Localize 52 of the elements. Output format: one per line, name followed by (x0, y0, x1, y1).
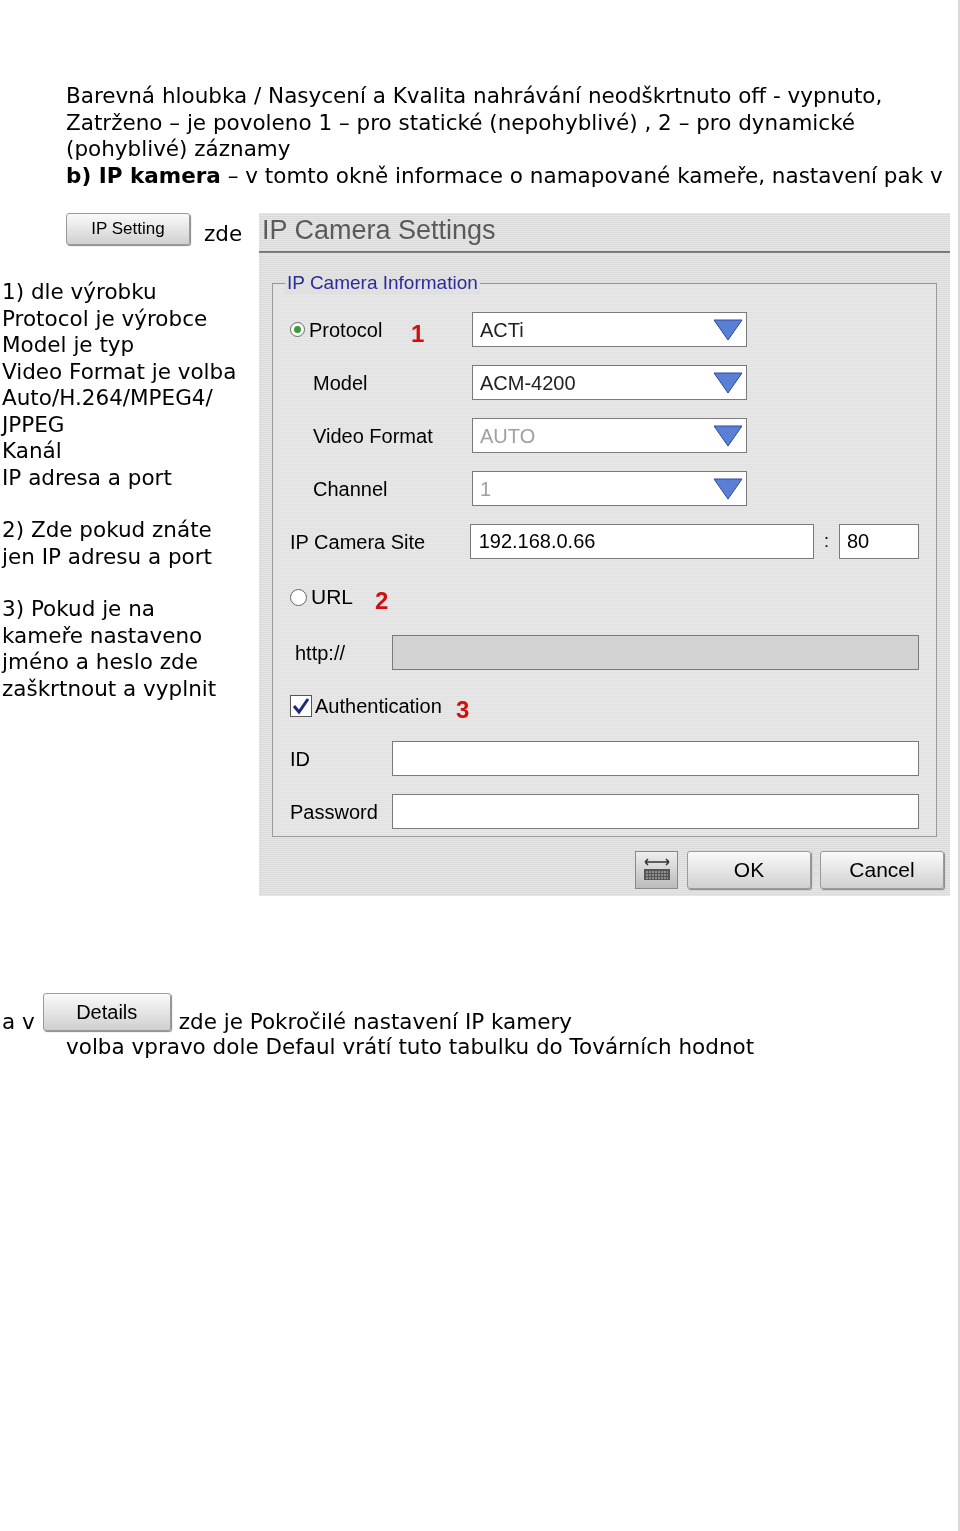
text-field[interactable] (391, 794, 919, 829)
dropdown-arrow-icon (713, 477, 743, 500)
note-line: Protocol je výrobce (2, 305, 209, 332)
caption-text: zde je Pokročilé nastavení IP kamery (178, 1009, 573, 1034)
field-label: Channel (312, 476, 388, 502)
note-line: JPPEG (2, 411, 66, 438)
group-title: IP Camera Information (285, 272, 480, 294)
note-line: kameře nastaveno (2, 622, 204, 649)
annotation-number: 3 (456, 697, 470, 722)
field-label: IP Camera Site (290, 529, 427, 555)
dropdown-arrow-icon (713, 318, 743, 341)
ip-setting-button[interactable]: IP Setting (66, 213, 190, 245)
note-line: Kanál (2, 438, 63, 465)
protocol-label: Protocol (309, 317, 384, 343)
note-line: zaškrtnout a vyplnit (2, 675, 218, 702)
field-label: http:// (294, 640, 347, 666)
port-separator: : (823, 530, 831, 553)
note-line: 1) dle výrobku (2, 279, 158, 306)
text-field[interactable] (391, 741, 919, 776)
field-label: Password (290, 799, 379, 825)
url-label: URL (311, 584, 354, 611)
keyboard-icon[interactable] (635, 851, 678, 889)
checkbox[interactable] (290, 694, 312, 717)
radio-button[interactable] (290, 322, 305, 337)
dropdown-field[interactable]: ACM-4200 (472, 365, 747, 400)
dropdown-arrow-icon (713, 371, 743, 394)
ip-address-field[interactable]: 192.168.0.66 (469, 524, 815, 559)
note-line: jen IP adresu a port (2, 543, 213, 570)
dialog-button[interactable]: OK (687, 851, 811, 889)
caption-text: zde (204, 223, 243, 245)
annotation-number: 2 (375, 589, 389, 613)
dialog-title: IP Camera Settings (259, 213, 950, 253)
caption-text: a v (2, 1009, 35, 1034)
field-label: Video Format (312, 423, 433, 449)
intro-note: b) IP kamera – v tomto okně informace o namapované kameře, nastavení pak v (66, 162, 944, 189)
note-line: 3) Pokud je na (2, 596, 156, 623)
footer-paragraph: volba vpravo dole Defaul vrátí tuto tabulku do Továrních hodnot (65, 1034, 756, 1059)
field-label: ID (290, 746, 311, 772)
annotation-number: 1 (411, 321, 425, 346)
details-button[interactable]: Details (42, 993, 171, 1031)
note-line: 2) Zde pokud znáte (2, 517, 213, 544)
dialog-button[interactable]: Cancel (820, 851, 944, 889)
note-line: Model je typ (2, 332, 136, 359)
dropdown-field[interactable]: ACTi (472, 312, 747, 347)
note-line: jméno a heslo zde (2, 649, 199, 676)
port-field[interactable]: 80 (838, 524, 919, 559)
authentication-label: Authentication (315, 693, 443, 719)
note-line: IP adresa a port (2, 464, 173, 491)
dropdown-arrow-icon (713, 424, 743, 447)
note-line: Video Format je volba (2, 358, 238, 385)
field-label: Model (312, 370, 368, 396)
note-line: Auto/H.264/MPEG4/ (2, 385, 214, 412)
